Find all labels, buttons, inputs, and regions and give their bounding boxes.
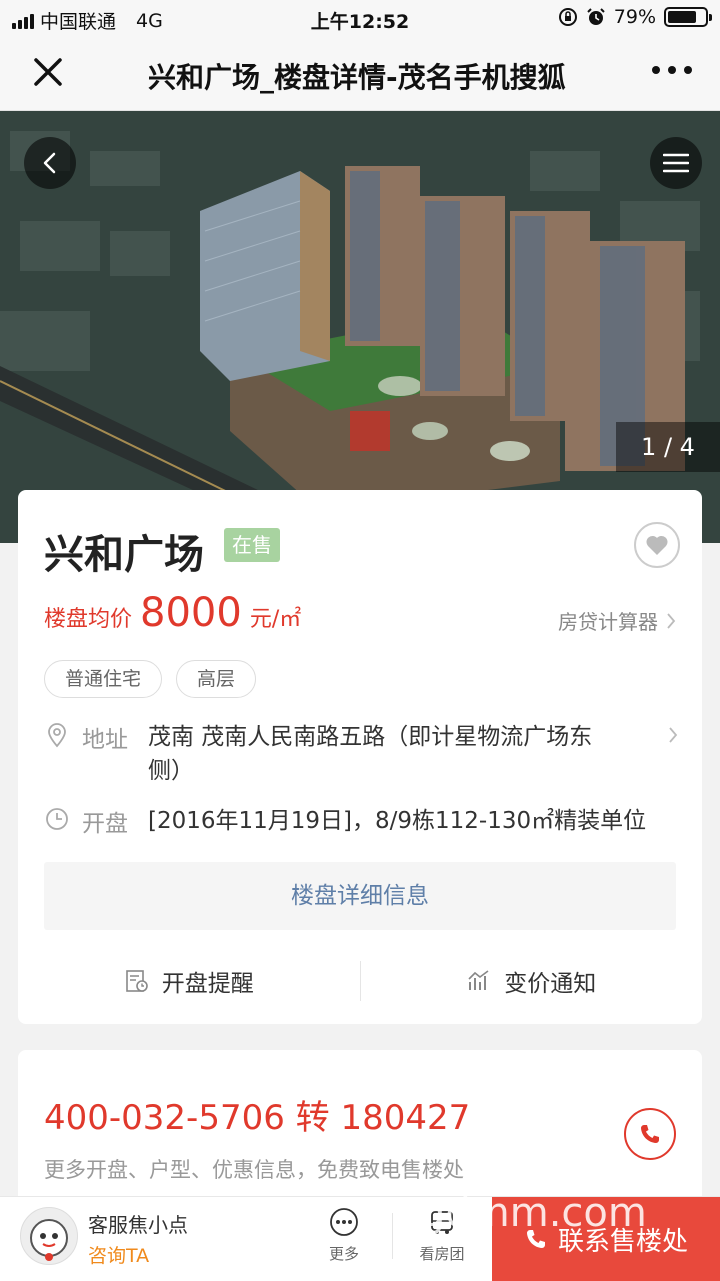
back-button[interactable] xyxy=(24,137,76,189)
price-change-notice-label: 变价通知 xyxy=(504,971,597,997)
favorite-button[interactable] xyxy=(634,522,680,568)
hamburger-menu-icon xyxy=(663,153,689,173)
title-bar: 兴和广场_楼盘详情-茂名手机搜狐 xyxy=(0,36,720,111)
phone-subtitle: 更多开盘、户型、优惠信息，免费致电售楼处 xyxy=(44,1158,464,1182)
more-button[interactable]: 更多 xyxy=(304,1207,384,1264)
more-menu-icon[interactable] xyxy=(652,66,692,74)
consult-agent-link[interactable]: 咨询TA xyxy=(88,1241,149,1268)
hero-image[interactable]: 1 / 4 xyxy=(0,111,720,543)
phone-icon xyxy=(641,1125,659,1143)
battery-icon xyxy=(664,7,712,27)
opening-reminder-label: 开盘提醒 xyxy=(161,971,254,997)
status-right: 79% xyxy=(558,6,712,28)
subscription-actions: 开盘提醒 变价通知 xyxy=(18,954,702,1008)
battery-percent: 79% xyxy=(613,6,656,28)
opening-label: 开盘 xyxy=(82,811,128,837)
status-bar: 中国联通 4G 上午12:52 79% xyxy=(0,0,720,36)
chevron-right-icon xyxy=(667,612,676,629)
more-dots-icon xyxy=(330,1208,358,1236)
group-tour-label: 看房团 xyxy=(419,1245,465,1263)
divider xyxy=(392,1213,393,1259)
opening-row: 开盘 [2016年11月19日]，8/9栋112-130㎡精装单位 xyxy=(44,804,646,838)
heart-icon xyxy=(646,535,668,555)
phone-contact-card: 400-032-5706 转 180427 更多开盘、户型、优惠信息，免费致电售… xyxy=(18,1050,702,1210)
chevron-right-icon xyxy=(669,727,678,743)
rotation-lock-icon xyxy=(558,8,577,26)
call-button[interactable] xyxy=(624,1108,676,1160)
chevron-left-icon xyxy=(43,152,56,174)
clock-icon xyxy=(46,808,68,830)
tag-item: 高层 xyxy=(176,660,257,698)
mascot-icon xyxy=(30,1219,68,1261)
price-unit: 元/㎡ xyxy=(249,607,302,632)
calendar-clock-icon xyxy=(125,970,148,992)
mortgage-calculator-link[interactable]: 房贷计算器 xyxy=(558,606,676,635)
more-label: 更多 xyxy=(328,1245,359,1263)
page-title: 兴和广场_楼盘详情-茂名手机搜狐 xyxy=(148,61,566,94)
price-value: 8000 xyxy=(140,590,242,636)
watermark: gdmm.com xyxy=(420,1190,647,1236)
status-badge: 在售 xyxy=(224,528,280,562)
location-pin-icon xyxy=(48,723,66,748)
property-name: 兴和广场 xyxy=(44,532,204,578)
address-value: 茂南 茂南人民南路五路（即计星物流广场东侧） xyxy=(148,724,593,784)
property-tags: 普通住宅 高层 xyxy=(44,660,257,698)
menu-button[interactable] xyxy=(650,137,702,189)
address-label: 地址 xyxy=(82,727,128,753)
tag-item: 普通住宅 xyxy=(44,660,163,698)
property-info-card: 兴和广场 在售 楼盘均价 8000 元/㎡ 房贷计算器 普通住宅 高层 地址 茂… xyxy=(18,490,702,1024)
price-label: 楼盘均价 xyxy=(44,607,133,632)
image-counter: 1 / 4 xyxy=(616,422,720,472)
agent-avatar[interactable] xyxy=(20,1207,78,1265)
property-detail-button[interactable]: 楼盘详细信息 xyxy=(44,862,676,930)
phone-number[interactable]: 400-032-5706 转 180427 xyxy=(44,1090,470,1139)
price-row: 楼盘均价 8000 元/㎡ xyxy=(44,590,301,636)
agent-name: 客服焦小点 xyxy=(88,1213,188,1237)
opening-reminder-button[interactable]: 开盘提醒 xyxy=(18,954,360,1008)
building-rendering xyxy=(0,111,720,543)
opening-value: [2016年11月19日]，8/9栋112-130㎡精装单位 xyxy=(148,808,647,834)
chart-icon xyxy=(468,970,489,990)
address-row[interactable]: 地址 茂南 茂南人民南路五路（即计星物流广场东侧） xyxy=(44,720,618,788)
price-change-notice-button[interactable]: 变价通知 xyxy=(361,954,703,1008)
alarm-icon xyxy=(587,8,605,25)
mortgage-calculator-label: 房贷计算器 xyxy=(558,610,658,634)
close-icon[interactable] xyxy=(30,54,66,90)
